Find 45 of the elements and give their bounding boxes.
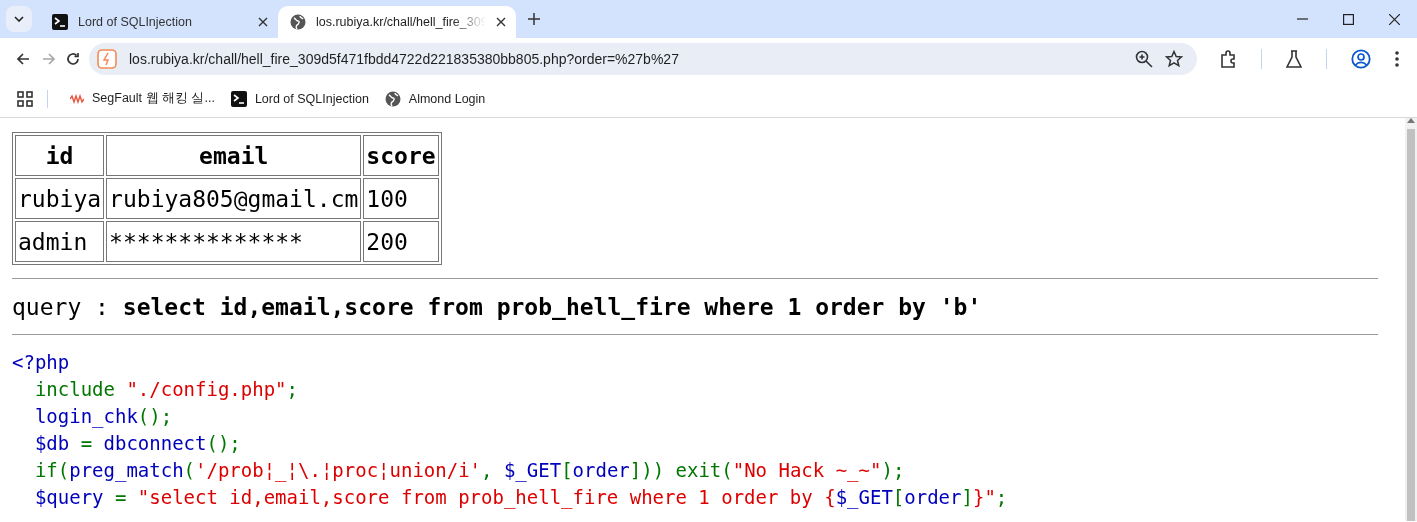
wave-icon: [70, 93, 84, 104]
apps-icon[interactable]: [17, 90, 33, 107]
terminal-icon: [230, 90, 247, 107]
profile-icon[interactable]: [1351, 49, 1371, 69]
globe-icon: [290, 14, 306, 30]
column-header: id: [15, 135, 105, 176]
puzzle-icon[interactable]: [1219, 50, 1237, 68]
close-icon[interactable]: [258, 17, 268, 27]
scrollbar[interactable]: [1405, 118, 1417, 521]
minimize-icon[interactable]: [1296, 18, 1308, 20]
close-icon[interactable]: [496, 17, 506, 27]
table-cell: rubiya805@gmail.cm: [106, 178, 362, 219]
plus-icon[interactable]: [528, 13, 540, 25]
table-cell: 100: [363, 178, 439, 219]
table-cell: admin: [15, 221, 105, 262]
code-line: $query = "select id,email,score from prob_hell_fire where 1 order by {$_GET[order]}";: [33, 485, 1009, 511]
bookmark[interactable]: SegFault 웹 해킹 실...: [62, 90, 223, 107]
globe-icon: [384, 90, 401, 107]
browser-tab[interactable]: Lord of SQLInjection: [40, 6, 278, 38]
flask-icon[interactable]: [1286, 50, 1302, 68]
code-line: if(preg_match('/prob¦_¦\.¦proc¦union/i', $_GET[order])) exit("No Hack ~_~");: [33, 458, 906, 484]
column-header: score: [363, 135, 439, 176]
bookmark[interactable]: Lord of SQLInjection: [222, 90, 377, 107]
query-text: query : select id,email,score from prob_hell_fire where 1 order by 'b': [12, 294, 983, 320]
maximize-icon[interactable]: [1342, 13, 1354, 25]
more-icon[interactable]: [1395, 51, 1399, 67]
code-line: include "./config.php";: [33, 377, 299, 402]
scrollbar-thumb[interactable]: [1407, 129, 1415, 521]
column-header: email: [106, 135, 362, 176]
bookmark[interactable]: Almond Login: [376, 90, 494, 107]
zoom-in-icon[interactable]: [1135, 50, 1153, 68]
code-line: $db = dbconnect();: [33, 431, 242, 456]
caret-down-icon: [14, 16, 24, 22]
address-bar[interactable]: los.rubiya.kr/chall/hell_fire_309d5f471fbdd4722d221835380bb805.php?order=%27b%27: [89, 43, 1197, 75]
reload-icon[interactable]: [64, 51, 81, 67]
terminal-icon: [52, 14, 68, 30]
star-icon[interactable]: [1165, 50, 1183, 68]
close-icon[interactable]: [1388, 13, 1400, 25]
tab-search-button[interactable]: [6, 6, 32, 32]
table-cell: 200: [363, 221, 439, 262]
table-cell: rubiya: [15, 178, 105, 219]
code-line: <?php: [12, 350, 71, 375]
table-cell: **************: [106, 221, 362, 262]
code-line: login_chk();: [33, 404, 174, 430]
site-icon: [97, 49, 117, 69]
